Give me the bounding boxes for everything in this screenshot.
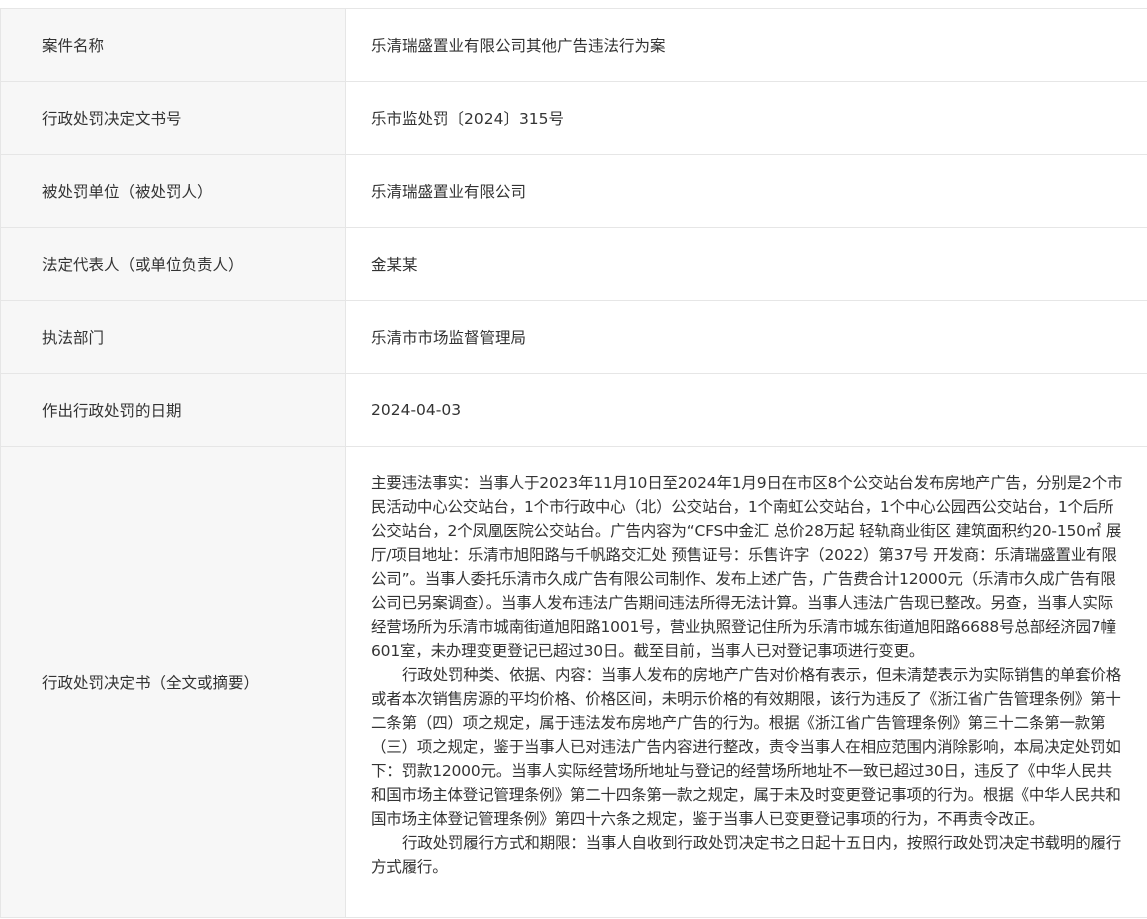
row-label: 案件名称	[0, 9, 346, 81]
row-label: 被处罚单位（被处罚人）	[0, 155, 346, 227]
table-row-document-number: 行政处罚决定文书号 乐市监处罚〔2024〕315号	[0, 82, 1147, 155]
decision-paragraph-fulfillment: 行政处罚履行方式和期限：当事人自收到行政处罚决定书之日起十五日内，按照行政处罚决…	[371, 834, 1122, 876]
decision-text-block: 主要违法事实：当事人于2023年11月10日至2024年1月9日在市区8个公交站…	[371, 471, 1127, 879]
table-row-legal-representative: 法定代表人（或单位负责人） 金某某	[0, 228, 1147, 301]
row-label: 行政处罚决定书（全文或摘要）	[0, 447, 346, 917]
decision-paragraph-facts: 主要违法事实：当事人于2023年11月10日至2024年1月9日在市区8个公交站…	[371, 474, 1123, 660]
row-value: 金某某	[371, 256, 418, 274]
row-label: 作出行政处罚的日期	[0, 374, 346, 446]
decision-paragraph-penalty: 行政处罚种类、依据、内容：当事人发布的房地产广告对价格有表示，但未清楚表示为实际…	[371, 666, 1122, 828]
table-row-decision-date: 作出行政处罚的日期 2024-04-03	[0, 374, 1147, 447]
row-value: 乐清瑞盛置业有限公司	[371, 183, 527, 201]
table-row-enforcement-department: 执法部门 乐清市市场监督管理局	[0, 301, 1147, 374]
table-row-case-name: 案件名称 乐清瑞盛置业有限公司其他广告违法行为案	[0, 9, 1147, 82]
row-value: 乐市监处罚〔2024〕315号	[371, 110, 565, 128]
row-value: 2024-04-03	[371, 401, 462, 419]
row-label: 执法部门	[0, 301, 346, 373]
table-row-penalized-party: 被处罚单位（被处罚人） 乐清瑞盛置业有限公司	[0, 155, 1147, 228]
penalty-info-table: 案件名称 乐清瑞盛置业有限公司其他广告违法行为案 行政处罚决定文书号 乐市监处罚…	[0, 8, 1147, 918]
table-row-decision-text: 行政处罚决定书（全文或摘要） 主要违法事实：当事人于2023年11月10日至20…	[0, 447, 1147, 918]
row-value: 乐清市市场监督管理局	[371, 329, 527, 347]
row-label: 法定代表人（或单位负责人）	[0, 228, 346, 300]
decision-content: 主要违法事实：当事人于2023年11月10日至2024年1月9日在市区8个公交站…	[346, 447, 1147, 917]
row-value: 乐清瑞盛置业有限公司其他广告违法行为案	[371, 37, 666, 55]
row-label: 行政处罚决定文书号	[0, 82, 346, 154]
